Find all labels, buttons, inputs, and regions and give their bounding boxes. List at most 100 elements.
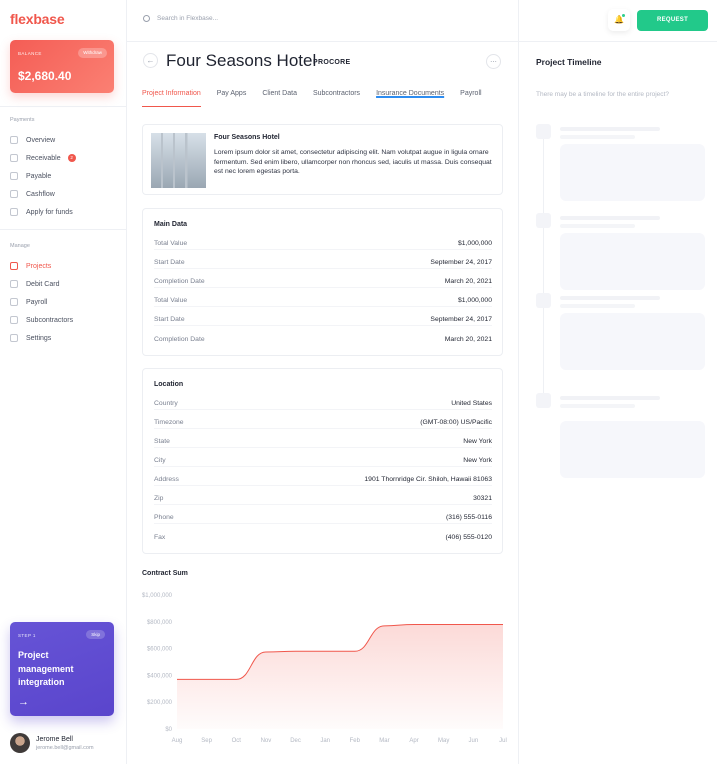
field-value: New York [463,438,492,445]
skeleton-line [560,304,635,308]
field-label: Start Date [154,316,185,323]
sidebar-item-settings[interactable]: Settings [10,332,120,344]
promo-step-label: STEP 1 [18,633,36,638]
field-value: 30321 [473,495,492,502]
more-options-button[interactable]: ... [486,54,501,69]
withdraw-button[interactable]: Withdraw [78,48,107,58]
timeline-subtitle: There may be a timeline for the entire p… [536,91,669,98]
field-label: Total Value [154,297,188,304]
back-button[interactable]: ← [143,53,158,68]
divider [0,106,126,107]
hotel-description: Lorem ipsum dolor sit amet, consectetur … [214,149,492,175]
app-logo[interactable]: flexbase [10,11,65,27]
field-value: (316) 555-0116 [446,514,492,521]
payable-icon [10,172,18,180]
sidebar-item-cashflow[interactable]: Cashflow [10,188,120,200]
notification-bell-icon[interactable]: 🔔 [608,9,630,31]
field-label: Phone [154,514,174,521]
balance-amount: $2,680.40 [18,69,72,83]
sidebar-item-label: Cashflow [26,190,55,198]
skeleton-line [560,135,635,139]
sidebar-item-label: Payroll [26,298,48,306]
card-icon [10,280,18,288]
sidebar-item-payable[interactable]: Payable [10,170,120,182]
field-value: United States [451,400,492,407]
sidebar-item-apply-for-funds[interactable]: Apply for funds [10,206,120,218]
procore-logo: PROCORE [313,59,351,66]
y-tick-label: $200,000 [147,700,173,706]
tab-insurance-documents[interactable]: Insurance Documents [376,90,444,107]
sidebar-item-debit-card[interactable]: Debit Card [10,278,120,290]
promo-title: Project management integration [18,650,74,687]
table-row: Completion Date March 20, 2021 [154,333,492,345]
projects-icon [10,262,18,270]
divider [127,41,518,42]
arrow-right-icon[interactable]: → [18,696,29,708]
location-card: Location Country United States Timezone (G… [142,368,503,554]
tab-subcontractors[interactable]: Subcontractors [313,90,360,107]
field-value: March 20, 2021 [444,278,492,285]
search-bar[interactable]: Search in Flexbase... [143,15,218,22]
avatar [10,733,30,753]
table-row: Country United States [154,398,492,410]
receivable-icon [10,154,18,162]
x-tick-label: Aug [172,738,183,744]
field-label: Zip [154,495,164,502]
cashflow-icon [10,190,18,198]
sidebar-item-overview[interactable]: Overview [10,134,120,146]
timeline-skeleton-dot [536,124,551,139]
notification-badge: 2 [67,154,76,162]
notification-dot [622,14,625,17]
y-tick-label: $0 [165,727,172,733]
sidebar-item-label: Settings [26,334,52,342]
sidebar-item-label: Projects [26,262,52,270]
sidebar-item-receivable[interactable]: Receivable 2 [10,152,120,164]
field-label: Country [154,400,178,407]
field-value: (406) 555-0120 [445,533,492,541]
field-value: New York [463,457,492,464]
sidebar: flexbase BALANCE Withdraw $2,680.40 Paym… [0,0,127,764]
tab-client-data[interactable]: Client Data [262,90,297,107]
table-row: Completion Date March 20, 2021 [154,276,492,288]
sidebar-item-subcontractors[interactable]: Subcontractors [10,314,120,326]
table-row: Zip 30321 [154,493,492,505]
field-value: 1901 Thornridge Cir. Shiloh, Hawaii 8106… [364,476,492,483]
field-value: $1,000,000 [457,297,492,304]
search-input[interactable]: Search in Flexbase... [157,15,218,22]
table-row: State New York [154,436,492,448]
user-email: jerome.bell@gmail.com [36,744,94,751]
y-tick-label: $1,000,000 [142,593,173,599]
integration-promo-card[interactable]: STEP 1 Skip Project management integrati… [10,622,114,716]
contract-sum-chart: $0 $200,000 $400,000 $600,000 $800,000 $1,000… [142,593,507,744]
user-name: Jerome Bell [36,735,73,743]
x-tick-label: Mar [379,738,389,744]
timeline-title: Project Timeline [536,57,602,67]
tab-project-information[interactable]: Project Information [142,90,201,107]
x-tick-label: Sep [201,738,212,744]
overview-icon [10,136,18,144]
promo-skip-button[interactable]: Skip [86,630,105,639]
sidebar-item-payroll[interactable]: Payroll [10,296,120,308]
field-label: Completion Date [154,335,205,343]
table-row: Address 1901 Thornridge Cir. Shiloh, Hawa… [154,474,492,486]
tab-pay-apps[interactable]: Pay Apps [217,90,247,107]
sidebar-item-label: Subcontractors [26,316,74,324]
sidebar-item-label: Overview [26,136,56,144]
subcontractors-icon [10,316,18,324]
sidebar-item-label: Debit Card [26,280,60,288]
main-content: Search in Flexbase... ← Four Seasons Hot… [127,0,519,764]
x-tick-label: Jan [320,738,330,744]
divider [0,229,126,230]
sidebar-item-projects[interactable]: Projects [10,260,120,272]
x-tick-label: Oct [232,738,242,744]
field-label: Total Value [154,240,188,247]
search-icon [143,15,150,22]
balance-label: BALANCE [18,51,42,56]
main-data-card: Main Data Total Value $1,000,000 Start Da… [142,208,503,356]
skeleton-card [560,421,705,478]
user-profile[interactable]: Jerome Bell jerome.bell@gmail.com [10,733,94,753]
x-tick-label: May [438,738,449,744]
tab-payroll[interactable]: Payroll [460,90,481,107]
request-button[interactable]: REQUEST [637,10,708,31]
funds-icon [10,208,18,216]
